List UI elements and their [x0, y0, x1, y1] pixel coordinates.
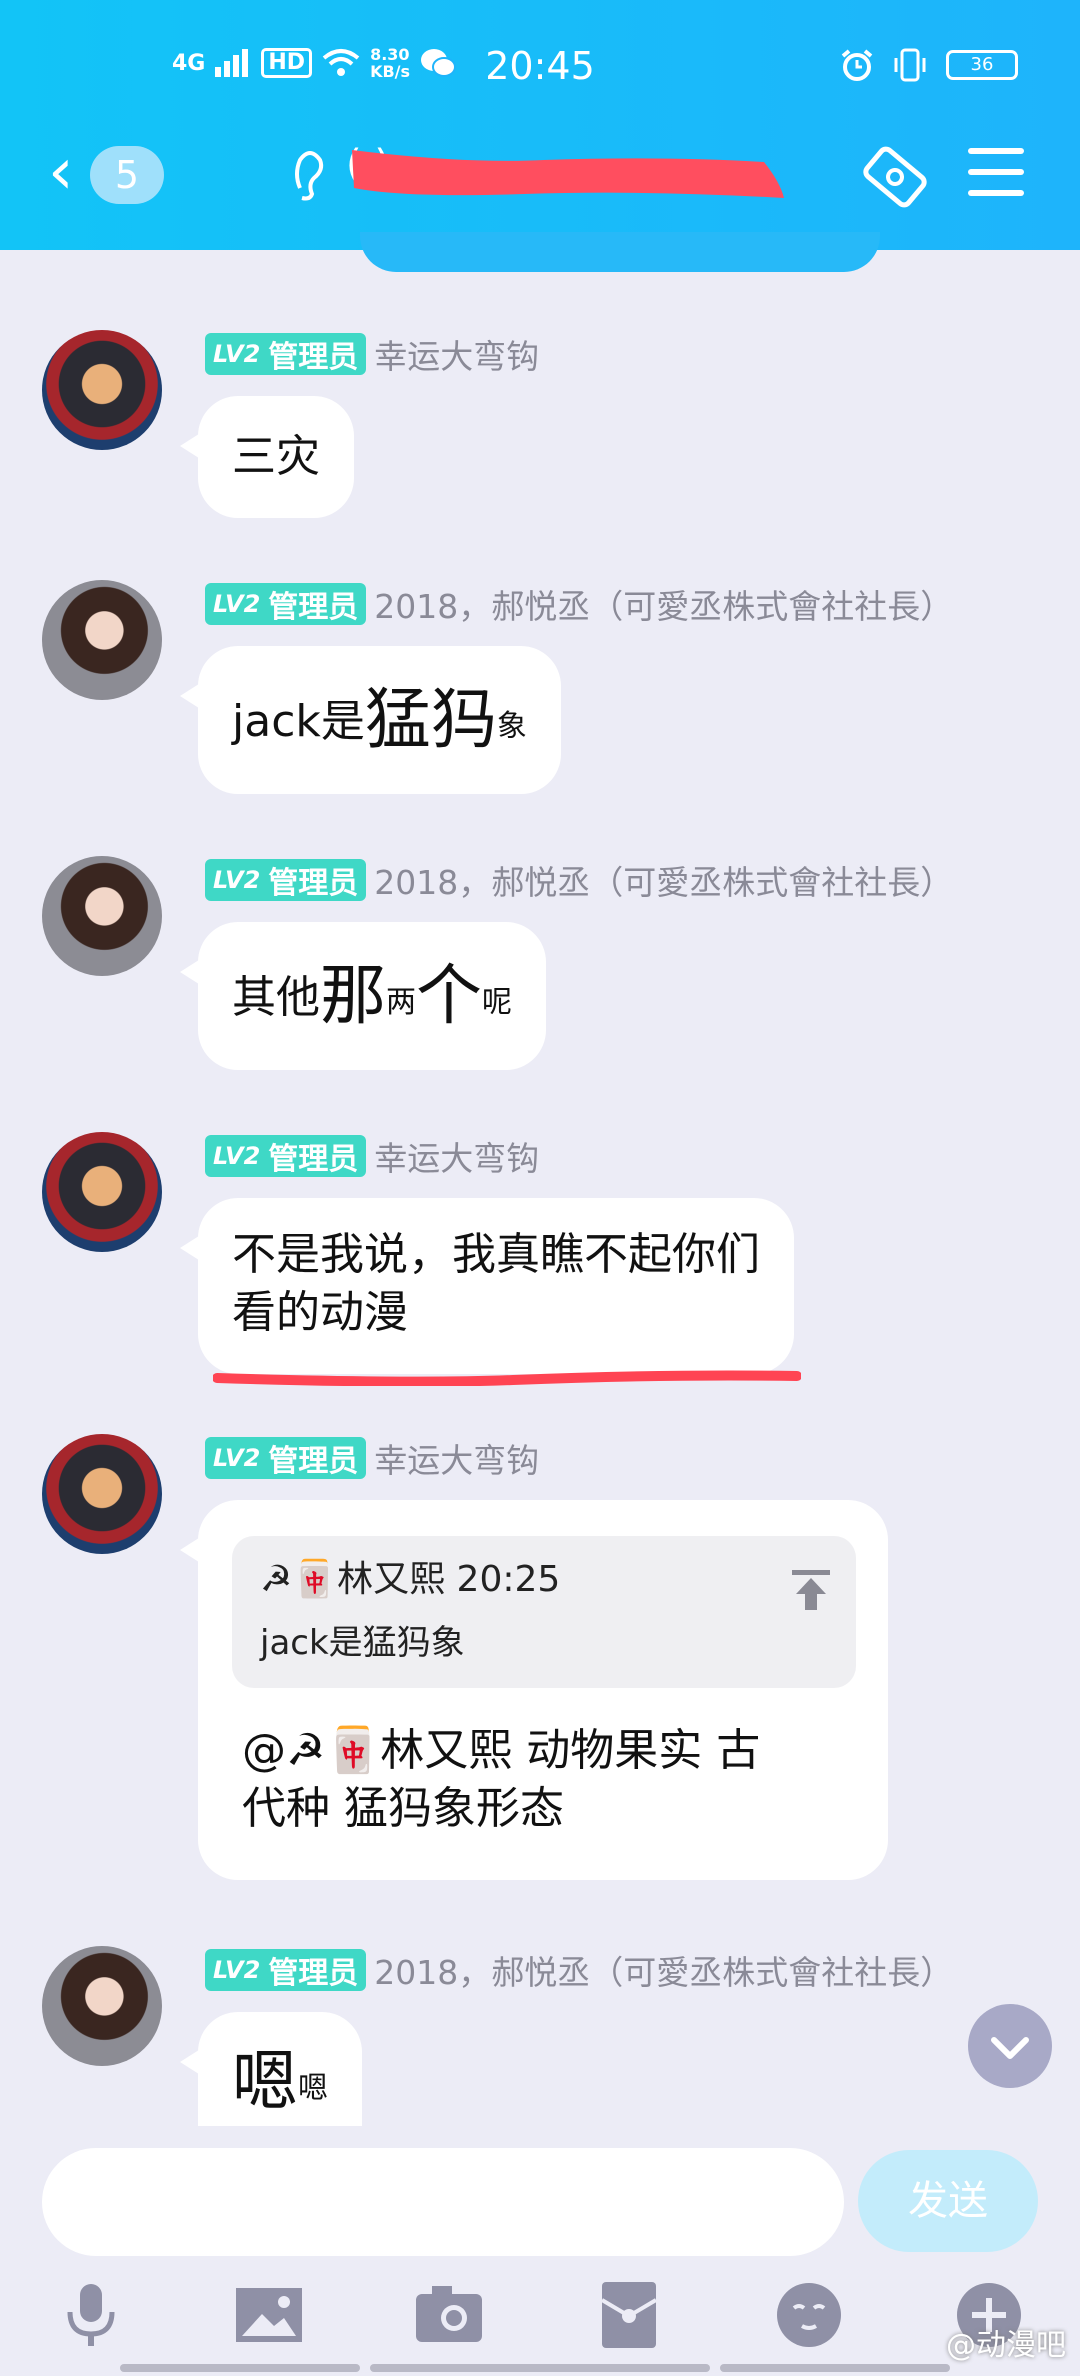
sender-name: 幸运大弯钩	[374, 1139, 540, 1178]
sender-name: 2018，郝悦丞（可愛丞株式會社社長）	[374, 1953, 954, 1992]
camera-icon[interactable]	[414, 2280, 484, 2350]
send-button[interactable]: 发送	[858, 2150, 1038, 2252]
message-bubble[interactable]: 嗯嗯	[180, 2012, 362, 2126]
avatar[interactable]	[42, 330, 162, 450]
avatar[interactable]	[42, 580, 162, 700]
level-badge: LV2 管理员	[205, 1949, 367, 1991]
mic-icon[interactable]	[56, 2280, 126, 2350]
watermark: @动漫吧	[946, 2328, 1066, 2363]
red-packet-icon[interactable]	[594, 2280, 664, 2350]
avatar[interactable]	[42, 856, 162, 976]
level-badge: LV2 管理员	[205, 1437, 367, 1479]
gesture-bar	[120, 2364, 960, 2372]
alarm-icon	[841, 49, 873, 81]
level-badge: LV2 管理员	[205, 1135, 367, 1177]
avatar[interactable]	[42, 1434, 162, 1554]
quoted-message[interactable]: ☭🀄林又熙 20:25 jack是猛犸象	[232, 1536, 856, 1688]
level-badge: LV2 管理员	[205, 333, 367, 375]
toolbar	[0, 2280, 1080, 2350]
sender-name: 幸运大弯钩	[374, 1441, 540, 1480]
unread-count-badge[interactable]: 5	[90, 146, 164, 204]
level-badge: LV2 管理员	[205, 859, 367, 901]
emoji-icon[interactable]	[774, 2280, 844, 2350]
sender-name: 幸运大弯钩	[374, 337, 540, 376]
message-input[interactable]	[42, 2148, 844, 2256]
avatar[interactable]	[42, 1946, 162, 2066]
underline-mark	[213, 1370, 801, 1386]
sender-name: 2018，郝悦丞（可愛丞株式會社社長）	[374, 863, 954, 902]
group-ticket-icon[interactable]	[860, 142, 930, 212]
message-bubble[interactable]: 三灾	[180, 396, 354, 518]
app-header: 4G HD 8.30KB/s 20:45 36 ‹ 5 ( )	[0, 0, 1080, 250]
pinned-banner[interactable]	[360, 232, 880, 272]
quote-author: ☭🀄林又熙 20:25	[260, 1559, 561, 1600]
chevron-down-icon	[991, 2037, 1029, 2059]
earpiece-mode-icon[interactable]	[290, 144, 330, 204]
scroll-to-top-icon[interactable]	[792, 1570, 830, 1610]
avatar[interactable]	[42, 1132, 162, 1252]
input-bar: 发送	[0, 2134, 1080, 2376]
message-bubble[interactable]: ☭🀄林又熙 20:25 jack是猛犸象 @☭🀄林又熙 动物果实 古 代种 猛犸…	[180, 1500, 888, 1880]
message-item: LV2 管理员 2018，郝悦丞（可愛丞株式會社社長） 嗯嗯	[0, 1936, 1080, 2126]
menu-icon[interactable]	[968, 148, 1024, 198]
vibrate-icon	[894, 48, 926, 82]
redaction-mark	[352, 150, 784, 198]
level-badge: LV2 管理员	[205, 583, 367, 625]
sender-name: 2018，郝悦丞（可愛丞株式會社社長）	[374, 587, 954, 626]
message-bubble[interactable]: jack是猛犸象	[180, 646, 561, 794]
message-bubble[interactable]: 不是我说，我真瞧不起你们 看的动漫	[180, 1198, 794, 1374]
nav-bar: ‹ 5 ( )	[0, 130, 1080, 220]
quote-text: jack是猛犸象	[260, 1623, 465, 1663]
image-icon[interactable]	[234, 2280, 304, 2350]
message-bubble[interactable]: 其他那两个呢	[180, 922, 546, 1070]
back-icon[interactable]: ‹	[48, 140, 74, 204]
battery-indicator: 36	[946, 50, 1018, 80]
status-bar: 4G HD 8.30 KB/s 20:45 36	[0, 42, 1080, 92]
scroll-down-button[interactable]	[968, 2004, 1052, 2088]
